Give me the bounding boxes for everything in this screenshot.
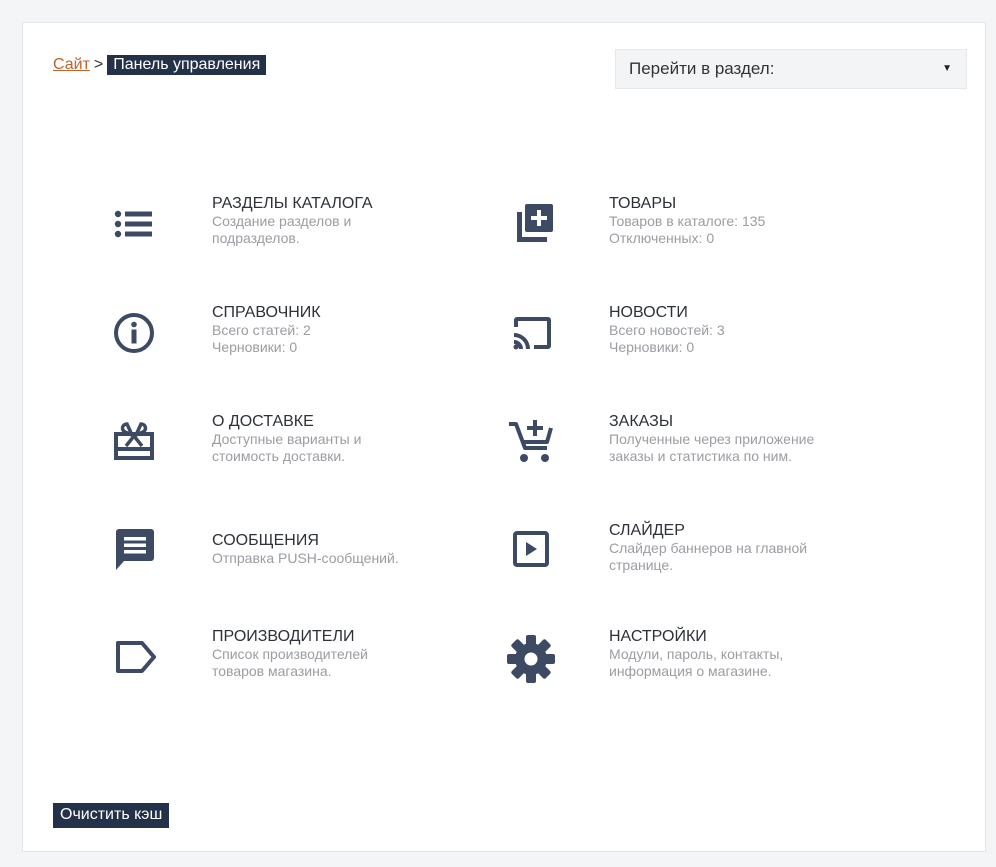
tile-settings[interactable]: НАСТРОЙКИ Модули, пароль, контакты, инфо… xyxy=(501,627,861,707)
tile-text: ЗАКАЗЫ Полученные через приложение заказ… xyxy=(609,412,869,465)
tile-description-line: Всего статей: 2 xyxy=(212,322,311,338)
tile-description-line: Полученные через приложение xyxy=(609,431,815,447)
tile-text: ПРОИЗВОДИТЕЛИ Список производителей това… xyxy=(212,627,472,680)
gift-card-icon xyxy=(104,412,164,472)
tile-description-line: Создание разделов и xyxy=(212,213,352,229)
tile-title: НОВОСТИ xyxy=(609,304,688,321)
tile-text: О ДОСТАВКЕ Доступные варианты и стоимост… xyxy=(212,412,472,465)
tile-title: РАЗДЕЛЫ КАТАЛОГА xyxy=(212,195,373,212)
tile-text: НОВОСТИ Всего новостей: 3 Черновики: 0 xyxy=(609,303,869,356)
breadcrumb-current: Панель управления xyxy=(107,55,267,75)
tile-title: СЛАЙДЕР xyxy=(609,522,685,539)
tile-text: РАЗДЕЛЫ КАТАЛОГА Создание разделов и под… xyxy=(212,194,472,247)
label-icon xyxy=(104,627,164,687)
add-library-icon xyxy=(501,194,561,254)
admin-panel: Сайт > Панель управления Перейти в раздел:… xyxy=(22,22,986,852)
tile-title: СООБЩЕНИЯ xyxy=(212,532,319,549)
tile-description-line: заказы и статистика по ним. xyxy=(609,448,792,464)
tile-description-line: товаров магазина. xyxy=(212,663,332,679)
info-icon xyxy=(104,303,164,363)
section-select-value: Перейти в раздел: xyxy=(629,59,775,78)
tile-title: ЗАКАЗЫ xyxy=(609,413,673,430)
tile-description-line: Всего новостей: 3 xyxy=(609,322,725,338)
tile-description-line: Черновики: 0 xyxy=(609,339,695,355)
cart-add-icon xyxy=(501,412,561,472)
breadcrumb: Сайт > Панель управления xyxy=(53,54,267,76)
tile-description-line: странице. xyxy=(609,557,674,573)
tile-description-line: Слайдер баннеров на главной xyxy=(609,540,808,556)
message-icon xyxy=(104,521,164,581)
tile-manufacturers[interactable]: ПРОИЗВОДИТЕЛИ Список производителей това… xyxy=(104,627,464,707)
tile-slider[interactable]: СЛАЙДЕР Слайдер баннеров на главной стра… xyxy=(501,521,861,601)
tile-text: СПРАВОЧНИК Всего статей: 2 Черновики: 0 xyxy=(212,303,472,356)
tile-description-line: Доступные варианты и xyxy=(212,431,362,447)
tile-orders[interactable]: ЗАКАЗЫ Полученные через приложение заказ… xyxy=(501,412,861,492)
tile-messages[interactable]: СООБЩЕНИЯ Отправка PUSH-сообщений. xyxy=(104,521,464,601)
tile-text: ТОВАРЫ Товаров в каталоге: 135 Отключенн… xyxy=(609,194,869,247)
tile-description-line: стоимость доставки. xyxy=(212,448,346,464)
gear-icon xyxy=(501,627,561,687)
tile-delivery[interactable]: О ДОСТАВКЕ Доступные варианты и стоимост… xyxy=(104,412,464,492)
tile-title: ТОВАРЫ xyxy=(609,195,677,212)
tile-description-line: Список производителей xyxy=(212,646,368,662)
slideshow-icon xyxy=(501,521,561,581)
chevron-down-icon: ▼ xyxy=(942,63,952,74)
tile-title: О ДОСТАВКЕ xyxy=(212,413,314,430)
cast-icon xyxy=(501,303,561,363)
tile-text: НАСТРОЙКИ Модули, пароль, контакты, инфо… xyxy=(609,627,869,680)
list-icon xyxy=(104,194,164,254)
tile-text: СЛАЙДЕР Слайдер баннеров на главной стра… xyxy=(609,521,869,574)
tile-title: ПРОИЗВОДИТЕЛИ xyxy=(212,628,355,645)
tile-catalog-sections[interactable]: РАЗДЕЛЫ КАТАЛОГА Создание разделов и под… xyxy=(104,194,464,274)
tile-products[interactable]: ТОВАРЫ Товаров в каталоге: 135 Отключенн… xyxy=(501,194,861,274)
tile-description-line: подразделов. xyxy=(212,230,300,246)
tile-news[interactable]: НОВОСТИ Всего новостей: 3 Черновики: 0 xyxy=(501,303,861,383)
breadcrumb-home-link[interactable]: Сайт xyxy=(53,56,90,73)
clear-cache-button[interactable]: Очистить кэш xyxy=(53,803,170,828)
tile-description-line: Модули, пароль, контакты, xyxy=(609,646,784,662)
tile-description-line: информация о магазине. xyxy=(609,663,772,679)
section-select[interactable]: Перейти в раздел: ▼ xyxy=(615,49,967,89)
tile-title: НАСТРОЙКИ xyxy=(609,628,707,645)
breadcrumb-separator: > xyxy=(93,56,104,73)
tile-reference[interactable]: СПРАВОЧНИК Всего статей: 2 Черновики: 0 xyxy=(104,303,464,383)
tile-description-line: Отключенных: 0 xyxy=(609,230,715,246)
tile-title: СПРАВОЧНИК xyxy=(212,304,321,321)
tile-description-line: Черновики: 0 xyxy=(212,339,298,355)
tile-description-line: Отправка PUSH-сообщений. xyxy=(212,550,399,566)
tile-description-line: Товаров в каталоге: 135 xyxy=(609,213,766,229)
tile-text: СООБЩЕНИЯ Отправка PUSH-сообщений. xyxy=(212,531,472,567)
